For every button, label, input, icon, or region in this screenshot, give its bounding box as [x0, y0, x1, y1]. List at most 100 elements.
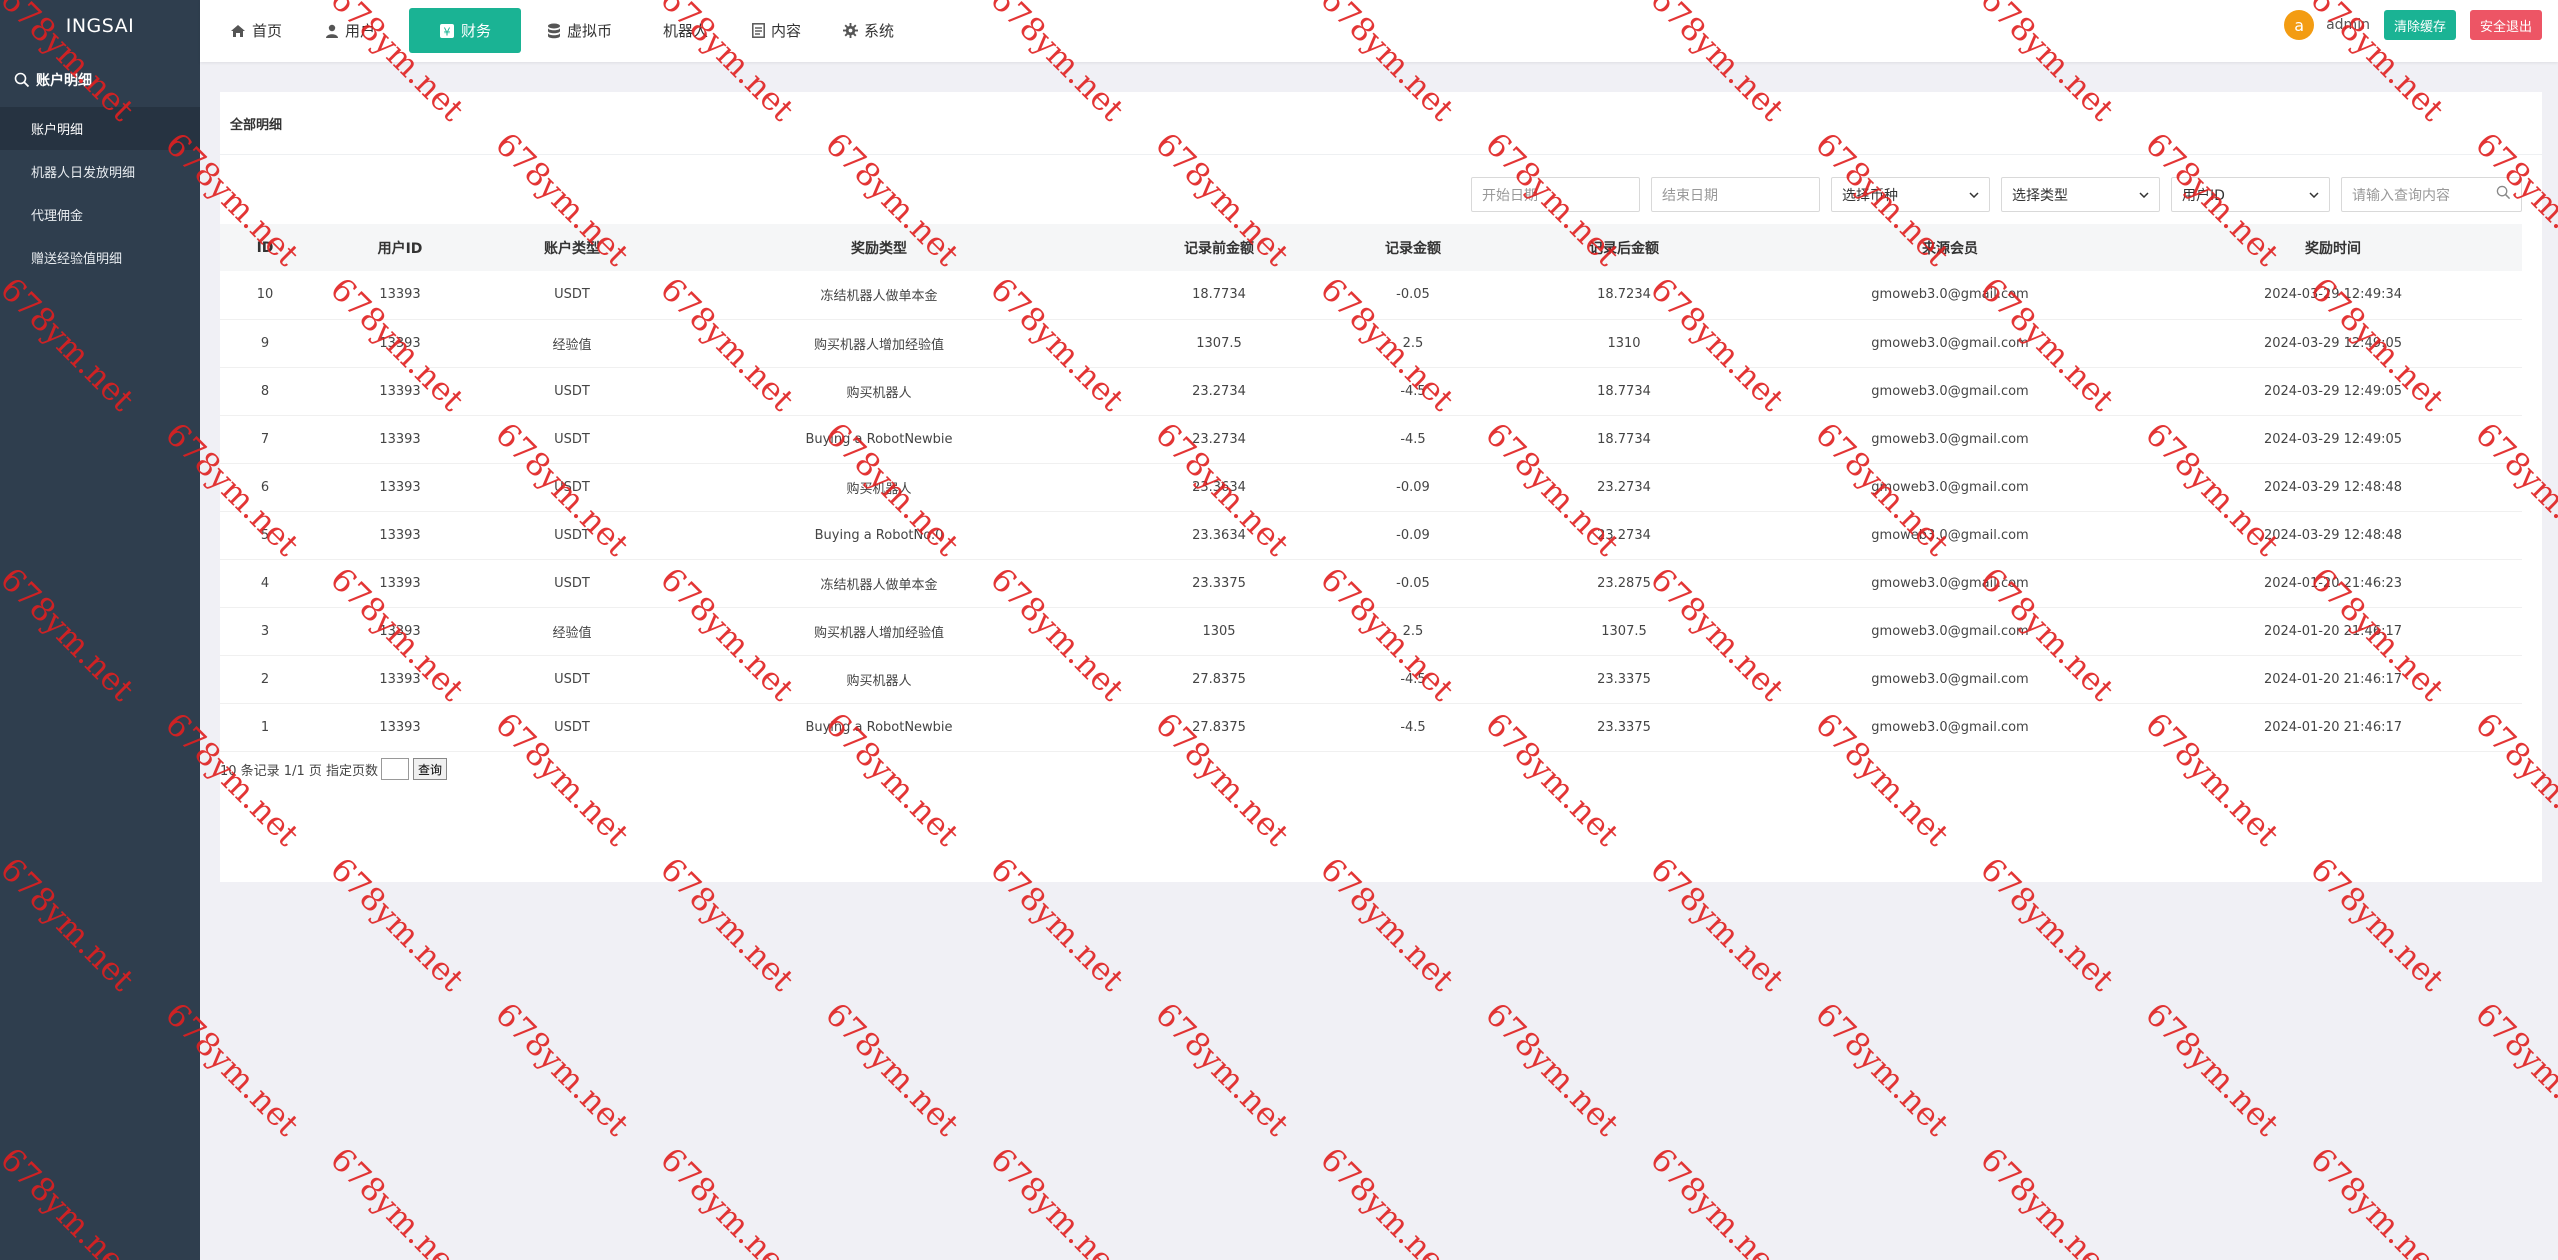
nav-system[interactable]: 系统 — [833, 8, 904, 53]
table-cell: 1307.5 — [1196, 335, 1242, 351]
table-cell: 10 — [256, 287, 274, 303]
table-row[interactable]: 6 13393 USDT 购买机器人 23.3634 -0.09 23.2734 gmoweb… — [220, 463, 2522, 511]
search-input[interactable]: 请输入查询内容 — [2341, 177, 2522, 212]
nav-home-label: 首页 — [252, 22, 283, 40]
card-divider — [220, 154, 2542, 155]
watermark-text: 678ym.net — [323, 1140, 472, 1260]
end-date-placeholder: 结束日期 — [1662, 187, 1718, 204]
table-cell: 3 — [260, 623, 270, 639]
nav-home[interactable]: 首页 — [220, 8, 292, 53]
table-cell: gmoweb3.0@gmail.com — [1871, 383, 2029, 399]
currency-select[interactable]: 选择币种 — [1831, 177, 1990, 212]
nav-finance-label: 财务 — [460, 22, 491, 40]
nav-robot[interactable]: 机器人 — [653, 8, 718, 53]
table-cell: gmoweb3.0@gmail.com — [1871, 527, 2029, 543]
table-cell: USDT — [554, 383, 590, 399]
start-date-input[interactable]: 开始日期 — [1471, 177, 1640, 212]
table-row[interactable]: 4 13393 USDT 冻结机器人做单本金 23.3375 -0.05 23.2875 gm… — [220, 559, 2522, 607]
table-cell: 13393 — [379, 527, 421, 543]
table-row[interactable]: 8 13393 USDT 购买机器人 23.2734 -4.5 18.7734 gmoweb3… — [220, 367, 2522, 415]
detail-card: 全部明细 开始日期 结束日期 选择币种 选择类型 用户ID 请输入查询内容 ID… — [220, 92, 2542, 882]
col-id[interactable]: ID — [220, 224, 310, 271]
admin-name[interactable]: admin — [2326, 17, 2370, 33]
search-icon[interactable] — [2496, 185, 2511, 204]
nav-user[interactable]: 用户 — [315, 8, 385, 53]
col-source-member[interactable]: 来源会员 — [1756, 224, 2144, 271]
home-icon — [230, 24, 246, 38]
nav-robot-label: 机器人 — [663, 22, 709, 40]
table-cell: gmoweb3.0@gmail.com — [1871, 623, 2029, 639]
col-reward-type[interactable]: 奖励类型 — [654, 224, 1104, 271]
sidebar-item-account-detail[interactable]: 账户明细 — [0, 107, 200, 150]
table-cell: Buying a RobotNo.0 — [814, 527, 944, 543]
table-row[interactable]: 9 13393 经验值 购买机器人增加经验值 1307.5 2.5 1310 gmoweb3.… — [220, 319, 2522, 367]
table-cell: 23.2734 — [1597, 527, 1651, 543]
table-cell: 23.3375 — [1192, 575, 1246, 591]
logout-button[interactable]: 安全退出 — [2469, 10, 2542, 40]
sidebar-item-bonus-exp[interactable]: 赠送经验值明细 — [0, 236, 200, 279]
col-account-type[interactable]: 账户类型 — [490, 224, 654, 271]
col-amount[interactable]: 记录金额 — [1334, 224, 1492, 271]
table-cell: 2024-01-20 21:46:17 — [2263, 671, 2403, 687]
table-cell: 7 — [260, 431, 270, 447]
watermark-text: 678ym.net — [2468, 995, 2558, 1144]
col-reward-time[interactable]: 奖励时间 — [2144, 224, 2522, 271]
table-cell: 13393 — [379, 575, 421, 591]
table-row[interactable]: 1 13393 USDT Buying a RobotNewbie 27.8375 -4.… — [220, 703, 2522, 751]
col-after-amount[interactable]: 记录后金额 — [1492, 224, 1756, 271]
table-cell: 经验值 — [552, 625, 592, 641]
table-cell: 18.7734 — [1597, 383, 1651, 399]
avatar[interactable]: a — [2284, 10, 2315, 40]
col-before-amount[interactable]: 记录前金额 — [1104, 224, 1334, 271]
table-row[interactable]: 3 13393 经验值 购买机器人增加经验值 1305 2.5 1307.5 gmoweb3.… — [220, 607, 2522, 655]
table-cell: 23.2734 — [1192, 431, 1246, 447]
table-cell: 13393 — [379, 431, 421, 447]
table-cell: 2.5 — [1402, 623, 1424, 639]
table-cell: 冻结机器人做单本金 — [820, 289, 938, 305]
table-cell: 13393 — [379, 623, 421, 639]
go-page-button[interactable]: 查询 — [413, 758, 448, 780]
userid-select[interactable]: 用户ID — [2171, 177, 2330, 212]
table-body: 10 13393 USDT 冻结机器人做单本金 18.7734 -0.05 18.7234 g… — [220, 271, 2522, 751]
table-cell: 1310 — [1607, 335, 1641, 351]
table-cell: -0.09 — [1396, 527, 1430, 543]
watermark-text: 678ym.net — [1643, 1140, 1792, 1260]
table-cell: 6 — [260, 479, 270, 495]
table-row[interactable]: 5 13393 USDT Buying a RobotNo.0 23.3634 -0.09… — [220, 511, 2522, 559]
table-cell: -0.05 — [1396, 575, 1430, 591]
sidebar-item-robot-daily[interactable]: 机器人日发放明细 — [0, 150, 200, 193]
search-icon — [14, 72, 30, 88]
nav-content[interactable]: 内容 — [742, 8, 811, 53]
table-row[interactable]: 10 13393 USDT 冻结机器人做单本金 18.7734 -0.05 18.7234 g… — [220, 271, 2522, 319]
table-cell: 18.7234 — [1597, 287, 1651, 303]
table-cell: 23.3634 — [1192, 527, 1246, 543]
table-cell: 4 — [260, 575, 270, 591]
table-cell: 2024-03-29 12:49:34 — [2263, 287, 2403, 303]
sidebar-item-agent-commission[interactable]: 代理佣金 — [0, 193, 200, 236]
table-cell: 13393 — [379, 287, 421, 303]
table-cell: gmoweb3.0@gmail.com — [1871, 671, 2029, 687]
table-cell: gmoweb3.0@gmail.com — [1871, 575, 2029, 591]
clear-cache-button[interactable]: 清除缓存 — [2383, 10, 2456, 40]
type-select[interactable]: 选择类型 — [2001, 177, 2160, 212]
sidebar-section-account-detail[interactable]: 账户明细 — [0, 52, 200, 107]
table-cell: 27.8375 — [1192, 719, 1246, 735]
page-number-input[interactable] — [381, 758, 409, 780]
nav-virtual-currency[interactable]: 虚拟币 — [537, 8, 622, 53]
table-cell: gmoweb3.0@gmail.com — [1871, 335, 2029, 351]
nav-finance[interactable]: ¥ 财务 — [409, 8, 521, 53]
col-user-id[interactable]: 用户ID — [310, 224, 490, 271]
nav-system-label: 系统 — [864, 22, 895, 40]
table-cell: 8 — [260, 383, 270, 399]
table-cell: 27.8375 — [1192, 671, 1246, 687]
end-date-input[interactable]: 结束日期 — [1651, 177, 1820, 212]
watermark-text: 678ym.net — [818, 995, 967, 1144]
currency-select-value: 选择币种 — [1842, 187, 1898, 204]
table-row[interactable]: 7 13393 USDT Buying a RobotNewbie 23.2734 -4.… — [220, 415, 2522, 463]
table-cell: USDT — [554, 287, 590, 303]
table-row[interactable]: 2 13393 USDT 购买机器人 27.8375 -4.5 23.3375 gmoweb3… — [220, 655, 2522, 703]
table-cell: 13393 — [379, 719, 421, 735]
table-cell: -4.5 — [1400, 431, 1426, 447]
table-cell: 23.3375 — [1597, 719, 1651, 735]
table-cell: 冻结机器人做单本金 — [820, 577, 938, 593]
